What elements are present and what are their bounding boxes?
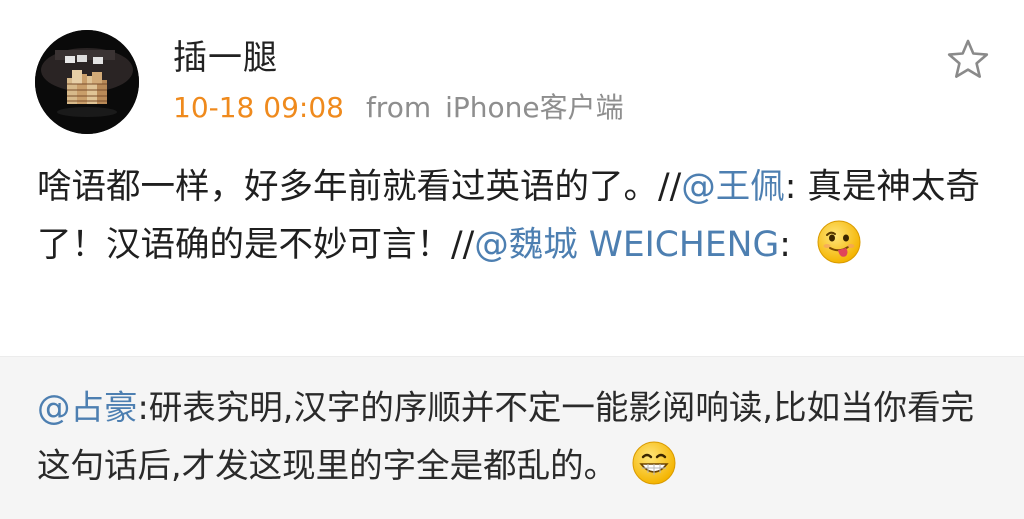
mention-link[interactable]: @占豪 xyxy=(37,388,138,427)
post-body: 啥语都一样，好多年前就看过英语的了。//@王佩: 真是神太奇了！汉语确的是不妙可… xyxy=(37,158,997,274)
mention-link[interactable]: @王佩 xyxy=(681,167,785,207)
post-header: 插一腿 10-18 09:08 from iPhone客户端 xyxy=(0,0,1024,150)
retweet-box[interactable]: @占豪:研表究明,汉字的序顺并不定一能影阅响读,比如当你看完这句话后,才发这现里… xyxy=(0,356,1024,519)
post-source[interactable]: iPhone客户端 xyxy=(445,90,624,126)
star-outline-icon[interactable] xyxy=(946,38,990,82)
post-text-segment: 啥语都一样，好多年前就看过英语的了。// xyxy=(37,167,682,207)
grin-emoji-icon xyxy=(631,440,677,486)
post-time: 10-18 09:08 xyxy=(173,91,344,124)
mention-link[interactable]: @魏城 WEICHENG xyxy=(474,225,779,265)
tongue-out-emoji-icon xyxy=(816,219,862,265)
poker-chips-avatar-image xyxy=(35,30,139,134)
post-text-segment: : xyxy=(779,225,802,265)
avatar[interactable] xyxy=(35,30,139,134)
retweet-text: :研表究明,汉字的序顺并不定一能影阅响读,比如当你看完这句话后,才发这现里的字全… xyxy=(37,388,975,485)
retweet-body: @占豪:研表究明,汉字的序顺并不定一能影阅响读,比如当你看完这句话后,才发这现里… xyxy=(37,379,997,495)
username[interactable]: 插一腿 xyxy=(173,36,278,80)
from-label: from xyxy=(365,91,432,124)
post-meta: 10-18 09:08 from iPhone客户端 xyxy=(173,88,624,128)
